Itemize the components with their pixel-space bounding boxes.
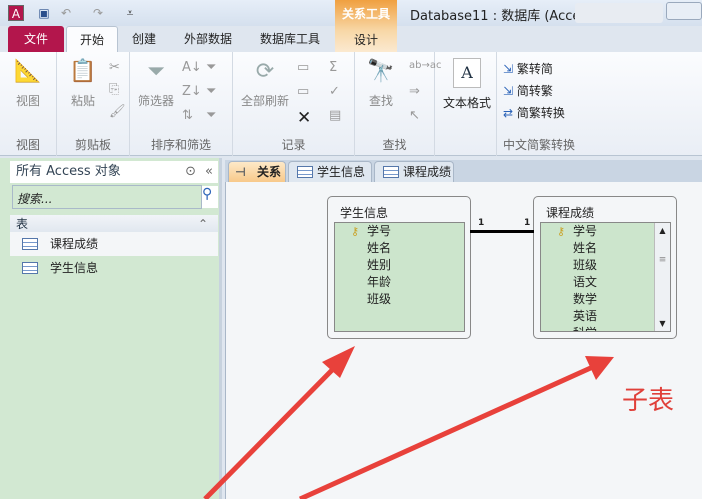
arrow-line	[298, 363, 597, 499]
arrow-line	[203, 360, 342, 499]
annotation-child-table: 子表	[622, 386, 675, 416]
annotation-arrows	[203, 346, 614, 499]
